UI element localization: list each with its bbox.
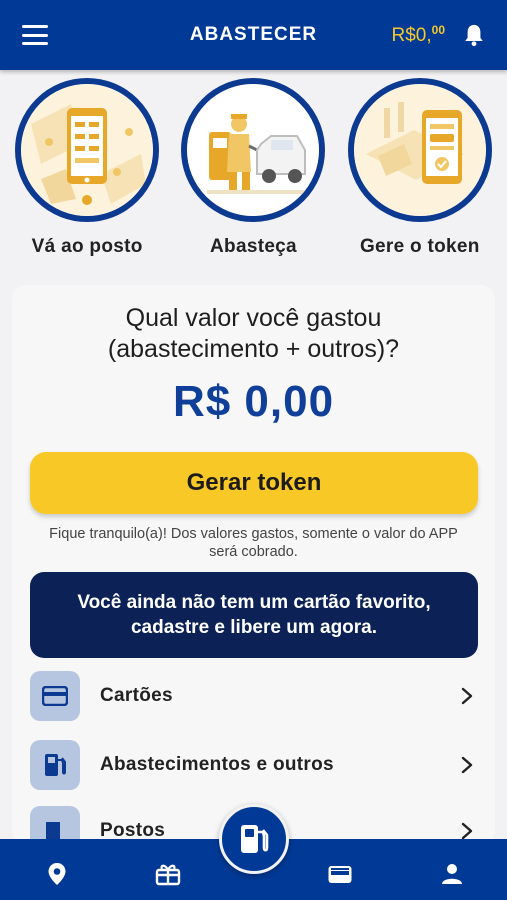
gift-icon[interactable] — [155, 861, 181, 887]
chevron-right-icon — [461, 756, 473, 774]
chevron-right-icon — [461, 822, 473, 840]
generate-token-button[interactable]: Gerar token — [30, 452, 478, 514]
user-icon[interactable] — [439, 861, 465, 887]
favorite-card-banner[interactable]: Você ainda não tem um cartão favorito, c… — [30, 572, 478, 658]
menu-item-cards[interactable]: Cartões — [30, 668, 478, 724]
fuel-pump-icon — [30, 740, 80, 790]
favorite-card-text: Você ainda não tem um cartão favorito, c… — [77, 592, 431, 638]
step-label: Abasteça — [210, 236, 297, 257]
hamburger-menu-icon[interactable] — [22, 25, 48, 45]
step-go-to-station: Vá ao posto — [7, 78, 167, 258]
step-generate-token: Gere o token — [340, 78, 500, 258]
menu-item-refuelings[interactable]: Abastecimentos e outros — [30, 737, 478, 793]
menu-item-label: Cartões — [100, 685, 173, 706]
charge-note: Fique tranquilo(a)! Dos valores gastos, … — [49, 526, 458, 560]
chevron-right-icon — [461, 687, 473, 705]
phone-map-illustration — [15, 78, 160, 222]
app-header: ABASTECER R$0,00 — [0, 0, 507, 70]
wallet-icon[interactable] — [327, 861, 353, 887]
location-pin-icon[interactable] — [44, 861, 70, 887]
bell-icon[interactable] — [463, 23, 485, 47]
fuel-attendant-illustration — [181, 78, 326, 222]
balance-display[interactable]: R$0,00 — [392, 23, 446, 47]
phone-token-illustration — [347, 78, 492, 222]
payment-card: Qual valor você gastou (abastecimento + … — [12, 285, 495, 845]
fuel-pump-fab[interactable] — [219, 804, 289, 874]
step-label: Gere o token — [359, 236, 480, 257]
amount-question: Qual valor você gastou (abastecimento + … — [107, 304, 400, 363]
step-label: Vá ao posto — [31, 236, 143, 257]
amount-value[interactable]: R$ 0,00 — [12, 377, 495, 427]
step-refuel: Abasteça — [173, 78, 333, 258]
how-it-works-steps: Vá ao posto Abasteça Gere o token — [0, 78, 507, 258]
credit-card-icon — [30, 671, 80, 721]
menu-item-label: Abastecimentos e outros — [100, 754, 334, 775]
